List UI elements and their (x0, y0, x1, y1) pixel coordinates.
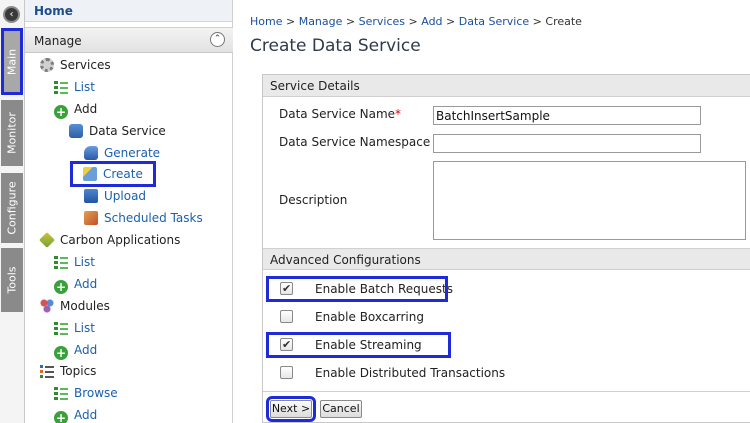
enable-batch-requests-checkbox[interactable] (280, 279, 293, 299)
nav-carbon-applications: Carbon Applications (39, 231, 180, 249)
nav-modules-add[interactable]: + Add (54, 341, 97, 360)
list-icon (54, 80, 68, 94)
upload-icon (84, 189, 98, 203)
description-textarea[interactable] (433, 161, 746, 240)
collapse-section-icon[interactable]: ⌃ (210, 32, 225, 47)
vertical-tab-strip: ‹ Main Monitor Configure Tools (0, 0, 25, 423)
nav-upload[interactable]: Upload (84, 187, 146, 205)
enable-boxcarring-option[interactable]: Enable Boxcarring (269, 307, 424, 327)
breadcrumb-data-service[interactable]: Data Service (459, 15, 529, 28)
nav-topics: Topics (40, 362, 96, 380)
nav-modules: Modules (40, 297, 110, 315)
advanced-configurations-header: Advanced Configurations (263, 248, 750, 270)
enable-batch-requests-option[interactable]: Enable Batch Requests (266, 276, 453, 302)
nav-scheduled-tasks[interactable]: Scheduled Tasks (84, 209, 203, 227)
tab-main[interactable]: Main (1, 28, 23, 95)
breadcrumb: Home > Manage > Services > Add > Data Se… (250, 15, 582, 28)
add-icon: + (54, 105, 68, 119)
add-icon: + (54, 280, 68, 294)
browse-icon (54, 386, 68, 400)
add-icon: + (54, 411, 68, 423)
next-button[interactable]: Next > (266, 396, 316, 422)
scheduled-tasks-icon (84, 211, 98, 225)
service-details-header: Service Details (263, 75, 750, 97)
data-service-namespace-input[interactable] (433, 134, 701, 153)
main-content: Home > Manage > Services > Add > Data Se… (234, 0, 750, 423)
form-divider (263, 391, 750, 392)
topics-icon (40, 364, 54, 378)
nav-topics-browse[interactable]: Browse (54, 384, 118, 402)
nav-services-list[interactable]: List (54, 78, 95, 96)
nav-create[interactable]: Create (70, 161, 156, 187)
create-data-service-form: Service Details Data Service Name* Data … (262, 74, 750, 423)
nav-modules-list[interactable]: List (54, 319, 95, 337)
add-icon: + (54, 346, 68, 360)
enable-streaming-option[interactable]: Enable Streaming (266, 332, 451, 358)
nav-section-label: Manage (34, 34, 82, 48)
nav-carbon-list[interactable]: List (54, 253, 95, 271)
collapse-panel-icon[interactable]: ‹ (3, 6, 20, 23)
page-title: Create Data Service (250, 36, 421, 56)
enable-boxcarring-checkbox[interactable] (280, 310, 293, 323)
tab-monitor[interactable]: Monitor (1, 100, 23, 166)
modules-icon (40, 299, 54, 313)
tab-tools[interactable]: Tools (1, 248, 23, 312)
data-service-name-label: Data Service Name* (279, 107, 402, 121)
list-icon (54, 321, 68, 335)
breadcrumb-services[interactable]: Services (359, 15, 405, 28)
nav-services: Services (40, 56, 111, 74)
nav-services-add: + Add (54, 102, 98, 119)
tab-configure[interactable]: Configure (1, 173, 23, 243)
create-icon (83, 167, 97, 181)
enable-streaming-checkbox[interactable] (280, 335, 293, 355)
nav-topics-add[interactable]: + Add (54, 406, 97, 423)
description-label: Description (279, 193, 348, 207)
gear-icon (40, 58, 54, 72)
cancel-button[interactable]: Cancel (320, 400, 362, 418)
list-icon (54, 255, 68, 269)
breadcrumb-home[interactable]: Home (250, 15, 282, 28)
nav-carbon-add[interactable]: + Add (54, 275, 97, 294)
nav-data-service: Data Service (69, 122, 166, 140)
breadcrumb-create: Create (545, 15, 582, 28)
data-service-icon (69, 124, 83, 138)
nav-home-link[interactable]: Home (25, 0, 232, 22)
nav-section-manage[interactable]: Manage ⌃ (25, 27, 233, 53)
enable-distributed-transactions-checkbox[interactable] (280, 366, 293, 379)
enable-distributed-transactions-option[interactable]: Enable Distributed Transactions (269, 363, 505, 383)
left-navigation: Home Manage ⌃ Services List + Add Data Se… (25, 0, 233, 423)
data-service-namespace-label: Data Service Namespace (279, 135, 431, 149)
nav-generate[interactable]: Generate (84, 144, 160, 162)
breadcrumb-add[interactable]: Add (421, 15, 442, 28)
carbon-app-icon (39, 232, 55, 248)
generate-icon (84, 146, 98, 160)
breadcrumb-manage[interactable]: Manage (299, 15, 343, 28)
data-service-name-input[interactable] (433, 106, 701, 125)
